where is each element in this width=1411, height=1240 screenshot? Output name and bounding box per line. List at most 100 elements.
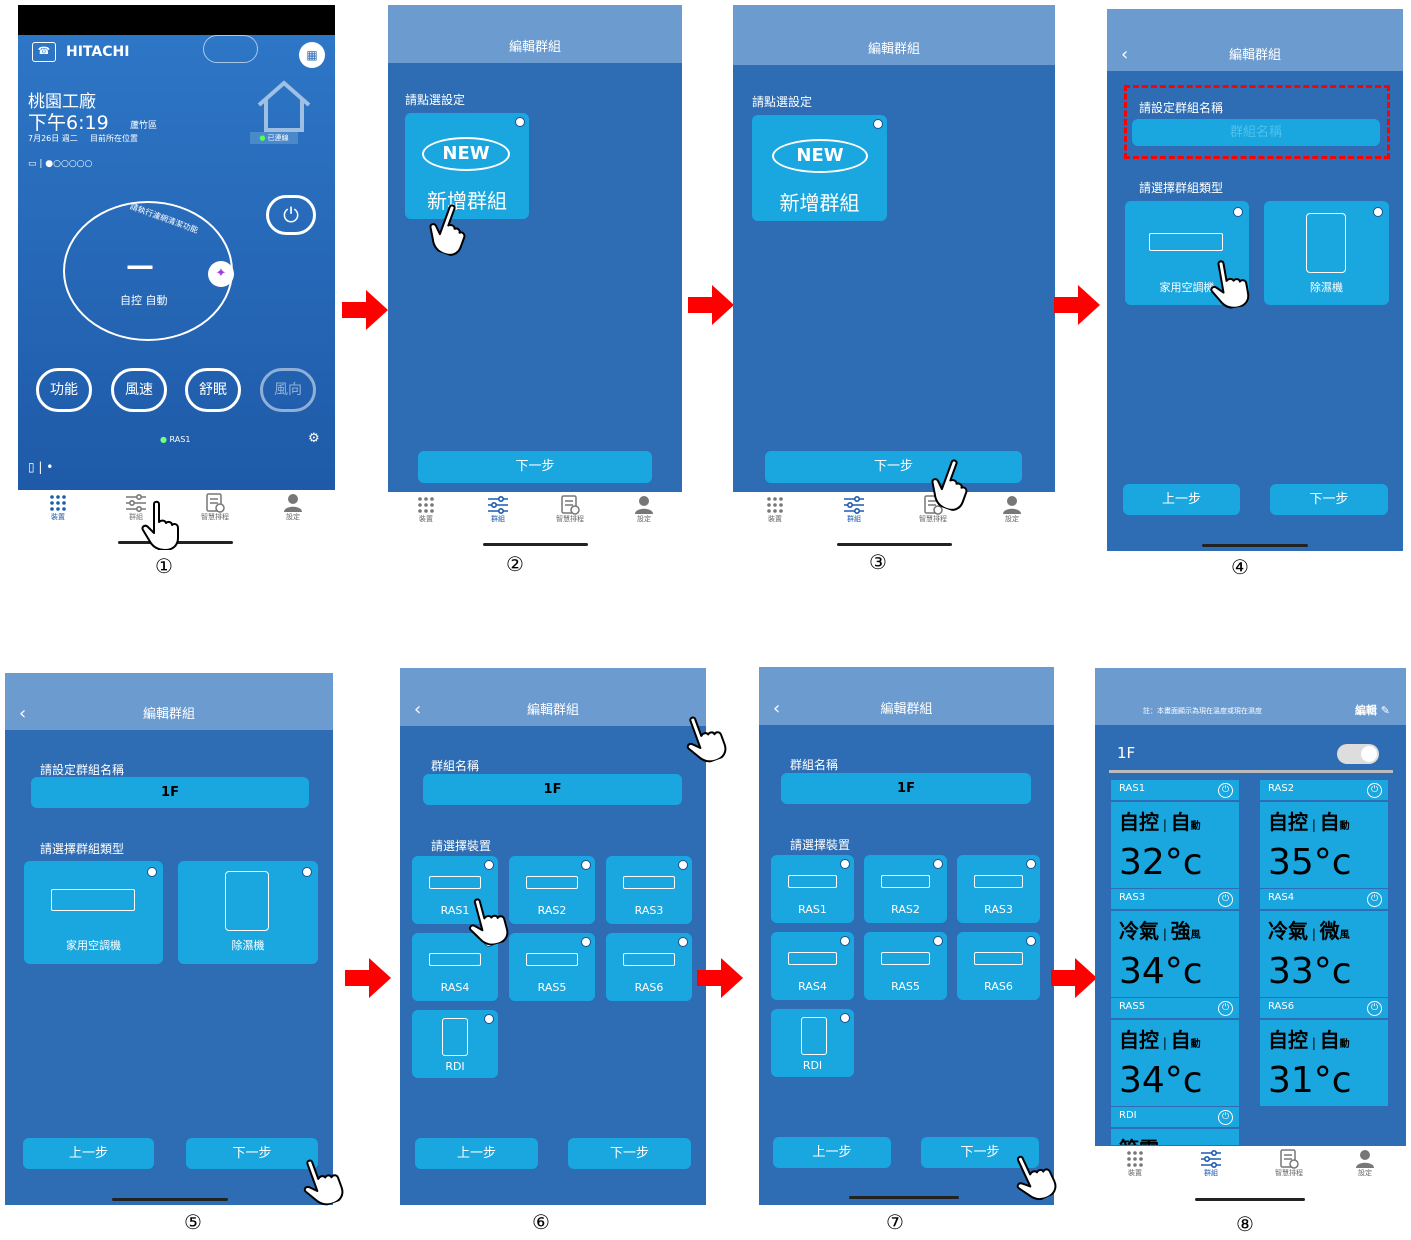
power-icon[interactable]: ⏻	[1367, 1001, 1382, 1016]
device-tile-ras5[interactable]: RAS5	[864, 932, 947, 1000]
prev-button[interactable]: 上一步	[415, 1138, 538, 1169]
bottom-nav: 裝置 群組 智慧排程 設定	[1095, 1146, 1406, 1205]
wind-direction-button[interactable]: 風向	[260, 368, 316, 412]
nav-settings[interactable]: 設定	[263, 494, 323, 522]
prev-button[interactable]: 上一步	[23, 1138, 154, 1169]
device-tile-ras1[interactable]: RAS1	[771, 855, 854, 923]
type-ac-tile[interactable]: 家用空調機	[24, 861, 163, 964]
radio-dot[interactable]	[581, 860, 591, 870]
power-icon[interactable]: ⏻	[1218, 1110, 1233, 1125]
device-tile-ras4[interactable]: RAS4	[771, 932, 854, 1000]
radio-dot[interactable]	[873, 119, 883, 129]
type-dehumidifier-tile[interactable]: 除濕機	[1264, 201, 1389, 305]
schedule-icon	[206, 493, 225, 513]
gear-icon[interactable]: ⚙	[308, 431, 320, 446]
group-name-input[interactable]: 1F	[781, 773, 1031, 804]
nav-devices[interactable]: 裝置	[396, 496, 456, 524]
nav-devices[interactable]: 裝置	[28, 494, 88, 522]
device-tile-ras2[interactable]: RAS2	[864, 855, 947, 923]
new-group-tile[interactable]: NEW 新增群組	[405, 113, 529, 219]
card-separator: |	[1308, 1036, 1320, 1050]
card-fan: 微	[1319, 919, 1340, 943]
power-icon[interactable]: ⏻	[1218, 783, 1233, 798]
power-icon[interactable]: ⏻	[1218, 892, 1233, 907]
next-button[interactable]: 下一步	[1270, 484, 1388, 515]
radio-dot[interactable]	[678, 937, 688, 947]
sparkle-icon[interactable]: ✦	[208, 261, 234, 287]
prev-button[interactable]: 上一步	[773, 1137, 891, 1168]
group-name-input[interactable]: 1F	[423, 774, 682, 805]
nav-settings[interactable]: 設定	[614, 496, 674, 524]
nav-schedule[interactable]: 智慧排程	[1259, 1149, 1319, 1178]
nav-devices[interactable]: 裝置	[745, 496, 805, 524]
radio-dot[interactable]	[147, 867, 157, 877]
radio-dot[interactable]	[840, 1013, 850, 1023]
power-icon[interactable]: ⏻	[266, 195, 316, 235]
device-card-ras1[interactable]: RAS1 ⏻ 自控 | 自動 32°c	[1111, 780, 1239, 888]
device-tile-ras6[interactable]: RAS6	[606, 933, 692, 1001]
card-mode: 自控 | 自動	[1119, 806, 1201, 835]
next-button[interactable]: 下一步	[765, 451, 1022, 483]
card-body: 節電	[1111, 1129, 1239, 1145]
radio-dot[interactable]	[840, 936, 850, 946]
nav-groups[interactable]: 群組	[1181, 1150, 1241, 1178]
nav-schedule[interactable]: 智慧排程	[185, 493, 245, 522]
radio-dot[interactable]	[840, 859, 850, 869]
home-background: ☎ HITACHI ▦ 桃園工廠 下午6:19 蘆竹區 7月26日 週二 目前所…	[18, 5, 335, 490]
group-name-label: 請設定群組名稱	[1139, 101, 1224, 115]
device-card-ras3[interactable]: RAS3 ⏻ 冷氣 | 強風 34°c	[1111, 889, 1239, 997]
group-toggle[interactable]	[1337, 744, 1379, 764]
device-tile-rdi[interactable]: RDI	[412, 1010, 498, 1078]
device-tile-ras3[interactable]: RAS3	[606, 856, 692, 924]
nav-groups[interactable]: 群組	[468, 496, 528, 524]
device-card-ras4[interactable]: RAS4 ⏻ 冷氣 | 微風 33°c	[1260, 889, 1388, 997]
radio-dot[interactable]	[484, 1014, 494, 1024]
nav-settings[interactable]: 設定	[1335, 1150, 1395, 1178]
device-selector-icon[interactable]: ▯ | •	[28, 460, 53, 474]
radio-dot[interactable]	[302, 867, 312, 877]
device-card-ras2[interactable]: RAS2 ⏻ 自控 | 自動 35°c	[1260, 780, 1388, 888]
radio-dot[interactable]	[484, 860, 494, 870]
radio-dot[interactable]	[1233, 207, 1243, 217]
new-group-tile[interactable]: NEW 新增群組	[752, 115, 887, 221]
edit-button[interactable]: 編輯 ✎	[1355, 702, 1390, 718]
nav-devices[interactable]: 裝置	[1105, 1150, 1165, 1178]
nav-schedule-label: 智慧排程	[201, 513, 229, 521]
nav-groups[interactable]: 群組	[824, 496, 884, 524]
power-icon[interactable]: ⏻	[1367, 783, 1382, 798]
prev-button[interactable]: 上一步	[1123, 484, 1240, 515]
edit-label: 編輯	[1354, 704, 1377, 717]
power-icon[interactable]: ⏻	[1367, 892, 1382, 907]
device-tile-ras3[interactable]: RAS3	[957, 855, 1040, 923]
fan-speed-button[interactable]: 風速	[111, 368, 167, 412]
radio-dot[interactable]	[933, 859, 943, 869]
type-dehumidifier-tile[interactable]: 除濕機	[178, 861, 318, 964]
sleep-button[interactable]: 舒眠	[185, 368, 241, 412]
device-tile-ras2[interactable]: RAS2	[509, 856, 595, 924]
device-tile-ras6[interactable]: RAS6	[957, 932, 1040, 1000]
next-button[interactable]: 下一步	[418, 451, 652, 483]
card-mode: 自控 | 自動	[1119, 1024, 1201, 1053]
device-card-ras6[interactable]: RAS6 ⏻ 自控 | 自動 31°c	[1260, 998, 1388, 1106]
group-name-input[interactable]: 群組名稱	[1132, 119, 1380, 146]
screen-home: ☎ HITACHI ▦ 桃園工廠 下午6:19 蘆竹區 7月26日 週二 目前所…	[18, 5, 335, 550]
pencil-icon: ✎	[1380, 704, 1390, 717]
nav-settings[interactable]: 設定	[982, 496, 1042, 524]
radio-dot[interactable]	[1026, 859, 1036, 869]
radio-dot[interactable]	[1373, 207, 1383, 217]
device-card-ras5[interactable]: RAS5 ⏻ 自控 | 自動 34°c	[1111, 998, 1239, 1106]
radio-dot[interactable]	[1026, 936, 1036, 946]
power-icon[interactable]: ⏻	[1218, 1001, 1233, 1016]
radio-dot[interactable]	[581, 937, 591, 947]
radio-dot[interactable]	[678, 860, 688, 870]
radio-dot[interactable]	[515, 117, 525, 127]
function-button[interactable]: 功能	[36, 368, 92, 412]
nav-schedule[interactable]: 智慧排程	[540, 495, 600, 524]
type-dehum-label: 除濕機	[1310, 281, 1343, 294]
next-button[interactable]: 下一步	[568, 1138, 691, 1169]
device-tile-rdi[interactable]: RDI	[771, 1009, 854, 1077]
calendar-icon[interactable]: ▦	[299, 42, 325, 68]
group-name-input[interactable]: 1F	[31, 777, 309, 808]
device-tile-ras5[interactable]: RAS5	[509, 933, 595, 1001]
radio-dot[interactable]	[933, 936, 943, 946]
